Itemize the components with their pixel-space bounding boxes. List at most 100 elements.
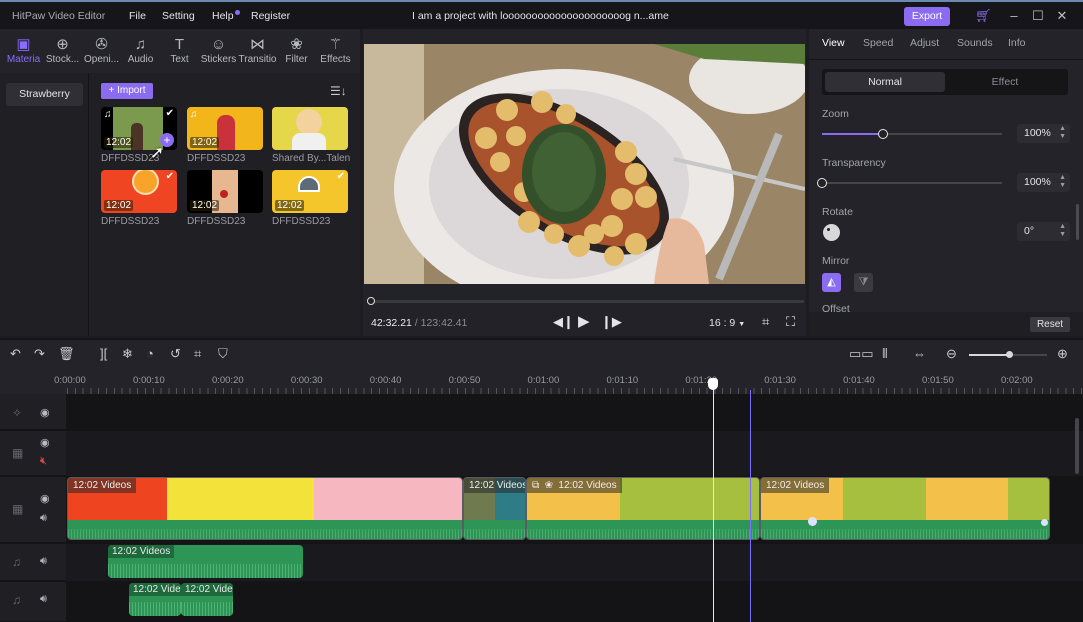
undo-icon[interactable]: ↶ (10, 346, 21, 362)
scrubber-handle[interactable] (367, 297, 375, 305)
zoom-in-icon[interactable]: ⊕ (1057, 346, 1068, 362)
rotate-dial[interactable] (823, 224, 840, 241)
reset-button[interactable]: Reset (1030, 317, 1070, 332)
mirror-vertical-button[interactable]: ⧩ (854, 273, 873, 292)
minimize-icon[interactable]: – (1006, 8, 1022, 24)
tab-view[interactable]: View (822, 37, 845, 49)
rotate-input[interactable]: 0° ▲ ▼ (1017, 222, 1070, 241)
video-clip[interactable]: 12:02 Videos (67, 477, 463, 540)
tab-transition[interactable]: ⋈ Transitio (238, 29, 277, 73)
tab-stock[interactable]: ⊕ Stock... (43, 29, 82, 73)
media-thumb[interactable]: ✔ 12:02 (272, 170, 348, 213)
muted-speaker-icon[interactable]: 🔇︎ (40, 455, 47, 468)
play-icon[interactable]: ▶ (578, 312, 590, 330)
split-center-icon[interactable]: ⦀ (882, 346, 888, 362)
transparency-slider[interactable] (817, 178, 1002, 188)
import-button[interactable]: + Import (101, 83, 153, 99)
fullscreen-icon[interactable]: ⛶ (786, 314, 795, 330)
delete-icon[interactable]: 🗑︎ (58, 346, 75, 362)
media-thumb[interactable]: ♫ 12:02 (187, 107, 263, 150)
zoom-slider-handle[interactable] (878, 129, 889, 139)
tab-filter[interactable]: ❀ Filter (277, 29, 316, 73)
track-lane[interactable] (66, 394, 1083, 430)
timeline-scrollbar[interactable] (1075, 418, 1079, 474)
playhead[interactable] (713, 378, 714, 622)
volume-handle[interactable] (1041, 519, 1048, 526)
tab-info[interactable]: Info (1008, 37, 1026, 49)
tab-sounds[interactable]: Sounds (957, 37, 993, 49)
aspect-ratio-select[interactable]: 16 : 9 ▼ (709, 317, 745, 329)
next-frame-icon[interactable]: ❙▶ (601, 314, 622, 330)
timeline-ruler[interactable]: 0:00:00 0:00:10 0:00:20 0:00:30 0:00:40 0:00:… (0, 368, 1083, 394)
split-icon[interactable]: ][ (100, 346, 107, 361)
maximize-icon[interactable]: ☐ (1030, 8, 1046, 24)
fit-icon[interactable]: ⇔ (913, 346, 926, 361)
sort-icon[interactable]: ☰↓ (330, 84, 347, 98)
scrollbar[interactable] (1076, 204, 1079, 240)
zoom-input[interactable]: 100% ▲ ▼ (1017, 124, 1070, 143)
speed-icon[interactable]: ◔ (146, 346, 154, 361)
tab-speed[interactable]: Speed (863, 37, 893, 49)
tab-stickers[interactable]: ☺ Stickers (199, 29, 238, 73)
transparency-input[interactable]: 100% ▲ ▼ (1017, 173, 1070, 192)
media-thumb[interactable]: ♫ ✔ 12:02 + (101, 107, 177, 150)
mode-effect-button[interactable]: Effect (945, 72, 1065, 92)
audio-clip[interactable]: 12:02 Videos (108, 545, 303, 578)
zoom-handle[interactable] (1006, 351, 1013, 358)
export-button[interactable]: Export (904, 7, 950, 26)
eye-icon[interactable]: ◉ (40, 492, 50, 505)
timeline-zoom-slider[interactable] (969, 351, 1047, 358)
zoom-out-icon[interactable]: ⊖ (946, 346, 957, 362)
tab-material[interactable]: ▣ Materia (4, 29, 43, 73)
zoom-slider[interactable] (822, 129, 1002, 139)
tab-effects[interactable]: ⚚ Effects (316, 29, 355, 73)
close-icon[interactable]: ✕ (1054, 8, 1070, 24)
media-thumb[interactable]: 12:02 (187, 170, 263, 213)
folder-item[interactable]: Strawberry (6, 83, 83, 106)
stepper-icon[interactable]: ▲ ▼ (1059, 125, 1066, 141)
tab-text[interactable]: T Text (160, 29, 199, 73)
media-thumb[interactable] (272, 107, 348, 150)
previous-frame-icon[interactable]: ◀❙ (553, 314, 574, 330)
crop-icon[interactable]: ⌗ (194, 346, 201, 362)
cart-icon[interactable]: 🛒︎ (975, 8, 992, 24)
audio-clip[interactable]: 12:02 Vide (181, 583, 233, 616)
tab-opening[interactable]: ✇ Openi... (82, 29, 121, 73)
detach-icon[interactable]: ▭▭ (849, 346, 874, 362)
mode-normal-button[interactable]: Normal (825, 72, 945, 92)
video-clip[interactable]: 12:02 Videos (463, 477, 526, 540)
mask-icon[interactable]: ⛉ (218, 346, 228, 362)
preview-scrubber[interactable] (367, 297, 804, 305)
track-lane[interactable]: 12:02 Videos (66, 544, 1083, 581)
history-icon[interactable]: ↺ (170, 346, 181, 362)
audio-clip[interactable]: 12:02 Vide (129, 583, 181, 616)
video-clip[interactable]: 12:02 Videos (760, 477, 1050, 540)
eye-icon[interactable]: ◉ (40, 436, 50, 449)
stepper-icon[interactable]: ▲ ▼ (1059, 174, 1066, 190)
keyframe-handle[interactable] (808, 517, 817, 526)
crop-icon[interactable]: ⌗ (762, 314, 769, 330)
speaker-icon[interactable]: 🔊︎ (40, 593, 47, 606)
track-lane[interactable]: 12:02 Videos 12:02 Videos ⧉ ❀ 12:02 Vide… (66, 477, 1083, 543)
menu-register[interactable]: Register (251, 10, 290, 22)
media-thumb[interactable]: ✔ 12:02 (101, 170, 177, 213)
redo-icon[interactable]: ↷ (34, 346, 45, 362)
mirror-horizontal-button[interactable]: ◭ (822, 273, 841, 292)
tab-adjust[interactable]: Adjust (910, 37, 939, 49)
video-clip[interactable]: ⧉ ❀ 12:02 Videos (526, 477, 760, 540)
menu-file[interactable]: File (129, 10, 146, 22)
transparency-slider-handle[interactable] (817, 178, 827, 188)
track-lane[interactable] (66, 431, 1083, 476)
freeze-icon[interactable]: ❄ (122, 346, 133, 362)
pin-icon[interactable]: ✧ (12, 406, 22, 420)
speaker-icon[interactable]: 🔊︎ (40, 512, 47, 525)
track-lane[interactable]: 12:02 Vide 12:02 Vide (66, 582, 1083, 622)
speaker-icon[interactable]: 🔊︎ (40, 555, 47, 568)
menu-help[interactable]: Help (212, 10, 240, 22)
video-frame[interactable] (364, 44, 805, 284)
stepper-icon[interactable]: ▲ ▼ (1059, 223, 1066, 239)
playhead-handle[interactable] (708, 378, 718, 390)
menu-setting[interactable]: Setting (162, 10, 195, 22)
eye-icon[interactable]: ◉ (40, 406, 50, 419)
tab-audio[interactable]: ♫ Audio (121, 29, 160, 73)
